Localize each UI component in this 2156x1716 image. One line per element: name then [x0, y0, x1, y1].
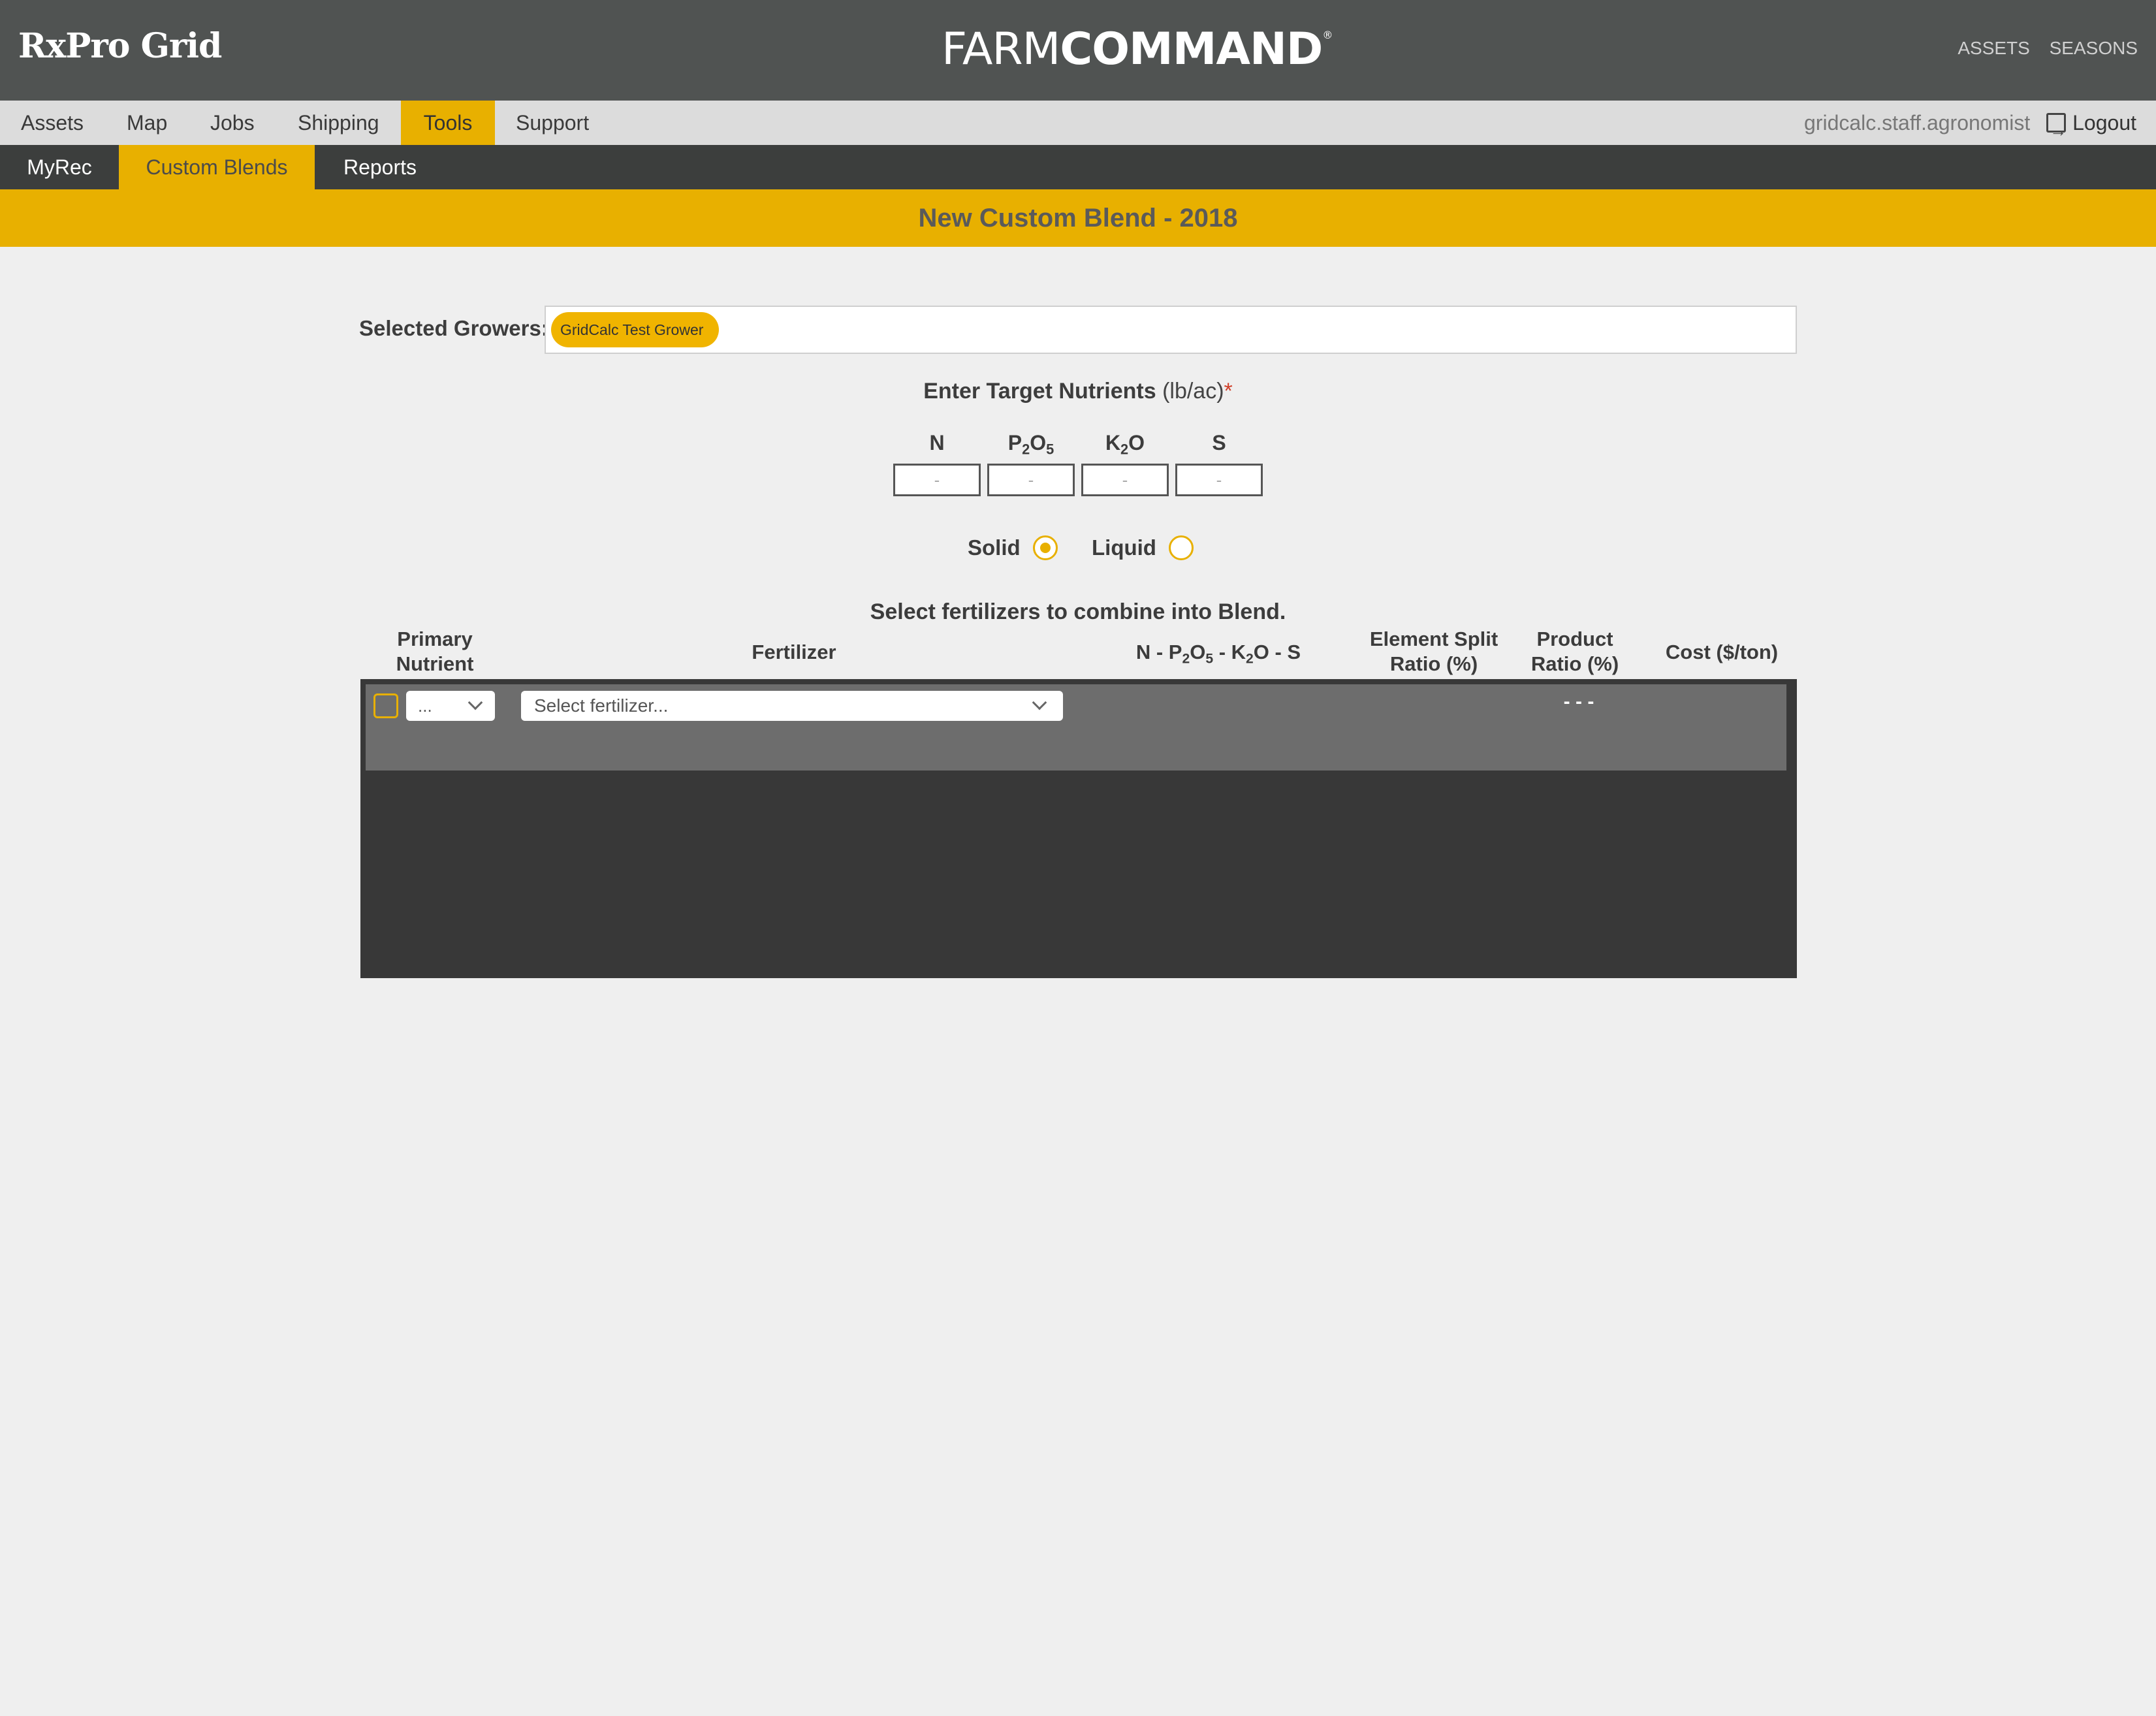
growers-input[interactable]: GridCalc Test Grower	[545, 306, 1797, 354]
fertilizer-rows: ... Select fertilizer... - - -	[366, 684, 1786, 771]
top-link-seasons[interactable]: SEASONS	[2050, 38, 2138, 58]
username: gridcalc.staff.agronomist	[1804, 111, 2031, 135]
target-nutrients-title: Enter Target Nutrients (lb/ac)*	[0, 379, 2156, 404]
nav-item-tools[interactable]: Tools	[401, 101, 495, 145]
analysis-value: - - -	[1563, 691, 1594, 712]
target-input-n[interactable]: -	[893, 464, 981, 496]
liquid-option[interactable]: Liquid	[1092, 535, 1194, 560]
solid-option[interactable]: Solid	[968, 535, 1058, 560]
liquid-radio[interactable]	[1169, 535, 1194, 560]
subnav-item-myrec[interactable]: MyRec	[0, 145, 119, 189]
target-input-p2o5[interactable]: -	[987, 464, 1075, 496]
page-title: New Custom Blend - 2018	[0, 189, 2156, 247]
required-mark: *	[1224, 379, 1233, 404]
brand-mark: ®	[1322, 29, 1333, 41]
growers-label: Selected Growers:	[359, 316, 548, 340]
col-header-primary-l2: Nutrient	[396, 652, 474, 675]
nav-item-jobs[interactable]: Jobs	[189, 101, 276, 145]
target-title-text: Enter Target Nutrients	[923, 379, 1156, 404]
farmcommand-logo: FARMCOMMAND®	[942, 24, 1333, 75]
col-header-product-l2: Ratio (%)	[1530, 652, 1619, 675]
liquid-label: Liquid	[1092, 535, 1156, 560]
table-row: ... Select fertilizer... - - -	[366, 684, 1786, 727]
fertilizer-select-placeholder: Select fertilizer...	[534, 695, 669, 716]
col-header-split-l2: Ratio (%)	[1389, 652, 1478, 675]
nav-item-map[interactable]: Map	[106, 101, 188, 145]
target-input-s[interactable]: -	[1175, 464, 1263, 496]
col-header-element-split: Element Split Ratio (%)	[1355, 627, 1512, 676]
chevron-down-icon	[1032, 695, 1047, 710]
brand-part1: FARM	[942, 24, 1060, 75]
target-label-k2o: K2O	[1105, 431, 1145, 458]
top-link-assets[interactable]: ASSETS	[1958, 38, 2029, 58]
grower-chip[interactable]: GridCalc Test Grower	[551, 312, 720, 347]
fertilizer-section-title: Select fertilizers to combine into Blend…	[870, 599, 1286, 624]
col-header-product-l1: Product	[1536, 628, 1613, 650]
target-unit: (lb/ac)	[1162, 379, 1224, 404]
col-header-product-ratio: Product Ratio (%)	[1510, 627, 1640, 676]
nav-item-assets[interactable]: Assets	[0, 101, 104, 145]
top-links: ASSETS SEASONS	[1943, 38, 2138, 59]
chevron-down-icon	[468, 695, 483, 710]
col-header-fertilizer: Fertilizer	[752, 641, 836, 663]
app-title: RxPro Grid	[18, 26, 222, 66]
target-input-k2o[interactable]: -	[1081, 464, 1169, 496]
primary-nutrient-select[interactable]: ...	[406, 691, 495, 721]
col-header-split-l1: Element Split	[1369, 628, 1498, 650]
subnav-item-custom-blends[interactable]: Custom Blends	[119, 145, 315, 189]
col-header-primary-l1: Primary	[397, 628, 473, 650]
fertilizer-select[interactable]: Select fertilizer...	[521, 691, 1063, 721]
user-area: gridcalc.staff.agronomist Logout	[1804, 101, 2136, 153]
logout-icon	[2046, 108, 2067, 153]
fertilizer-table: ... Select fertilizer... - - -	[360, 679, 1797, 978]
target-label-s: S	[1212, 431, 1226, 454]
logout-button[interactable]: Logout	[2046, 108, 2136, 153]
top-header: RxPro Grid FARMCOMMAND® ASSETS SEASONS	[0, 0, 2156, 101]
target-label-p2o5: P2O5	[1007, 431, 1054, 458]
solid-label: Solid	[968, 535, 1021, 560]
main-nav: Assets Map Jobs Shipping Tools Support g…	[0, 101, 2156, 153]
row-checkbox[interactable]	[373, 693, 398, 718]
nav-item-support[interactable]: Support	[495, 101, 610, 145]
solid-radio[interactable]	[1032, 535, 1058, 560]
brand-part2: COMMAND	[1060, 24, 1323, 75]
subnav-item-reports[interactable]: Reports	[315, 145, 445, 189]
col-header-analysis: N - P2O5 - K2O - S	[1135, 641, 1301, 667]
col-header-cost: Cost ($/ton)	[1665, 641, 1779, 663]
sub-nav: MyRec Custom Blends Reports	[0, 145, 2156, 189]
col-header-primary: Primary Nutrient	[370, 627, 500, 676]
nav-item-shipping[interactable]: Shipping	[277, 101, 400, 145]
target-label-n: N	[929, 431, 945, 454]
logout-label: Logout	[2072, 111, 2136, 135]
primary-nutrient-value: ...	[418, 696, 432, 716]
